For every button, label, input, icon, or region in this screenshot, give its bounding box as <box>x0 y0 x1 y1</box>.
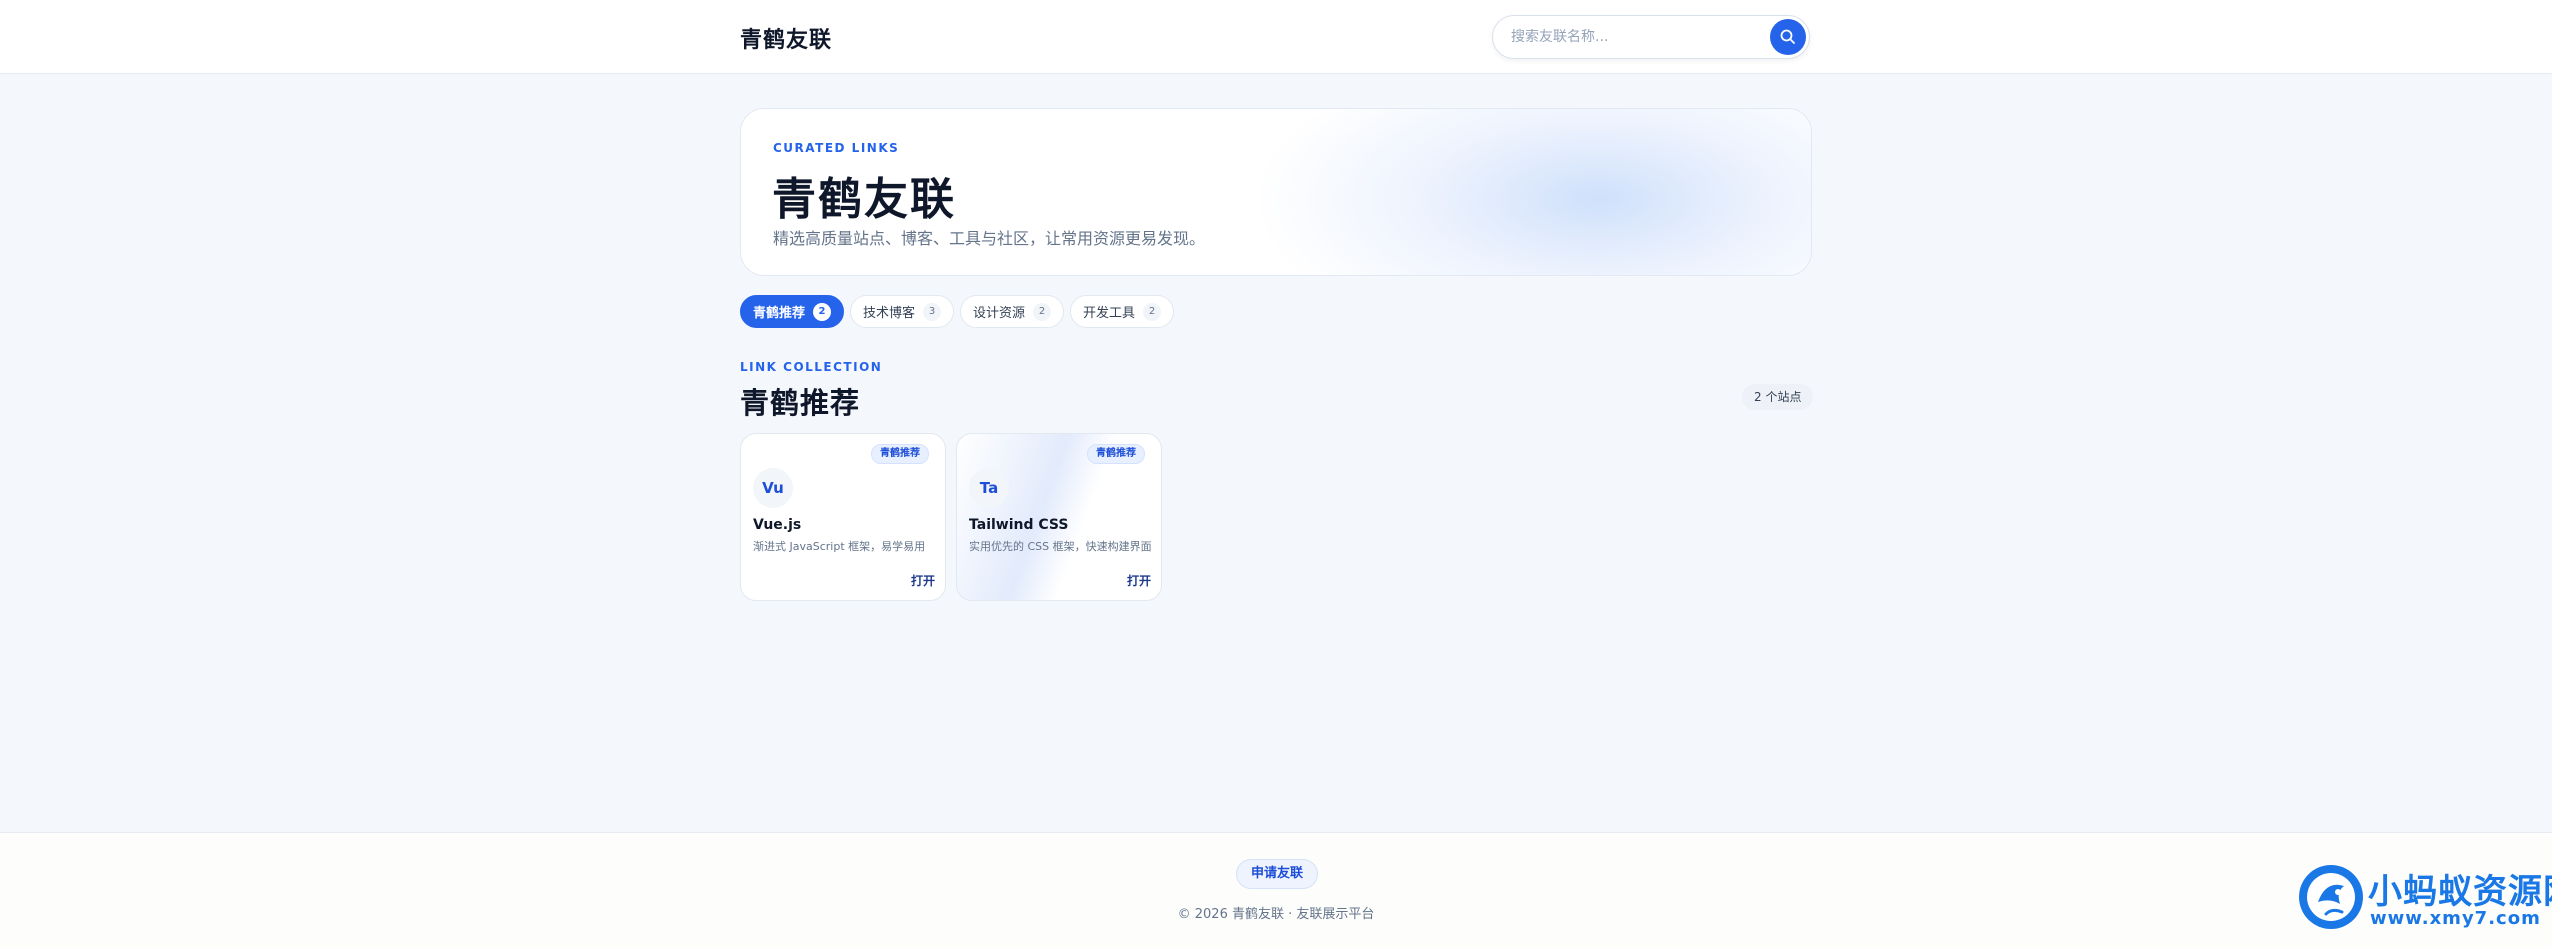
ant-logo-icon <box>2299 865 2363 929</box>
tab-count-badge: 2 <box>1143 302 1162 321</box>
card-logo: Ta <box>969 468 1009 508</box>
apply-link-button[interactable]: 申请友联 <box>1236 859 1319 889</box>
card-open-link[interactable]: 打开 <box>1127 572 1151 589</box>
search-icon <box>1780 29 1795 44</box>
tab-dev-tools[interactable]: 开发工具 2 <box>1070 295 1175 328</box>
tab-qinghe-recommend[interactable]: 青鹤推荐 2 <box>740 295 845 328</box>
card-title: Vue.js <box>753 517 802 533</box>
category-tabs: 青鹤推荐 2 技术博客 3 设计资源 2 开发工具 2 <box>740 295 1175 329</box>
hero-eyebrow: CURATED LINKS <box>773 141 900 155</box>
top-header: 青鹤友联 <box>0 0 2552 74</box>
card-description: 渐进式 JavaScript 框架，易学易用 <box>753 540 926 553</box>
card-title: Tailwind CSS <box>969 517 1069 533</box>
watermark: 小蚂蚁资源网 www.xmy7.com <box>2296 858 2552 948</box>
card-category-tag: 青鹤推荐 <box>871 444 929 464</box>
search-button[interactable] <box>1770 19 1806 55</box>
tab-label: 开发工具 <box>1083 306 1136 321</box>
card-category-tag: 青鹤推荐 <box>1087 444 1145 464</box>
tab-label: 设计资源 <box>973 306 1026 321</box>
hero-glow-decoration <box>1261 109 1811 275</box>
card-open-link[interactable]: 打开 <box>911 572 935 589</box>
link-card-vuejs[interactable]: 青鹤推荐 Vu Vue.js 渐进式 JavaScript 框架，易学易用 打开 <box>740 433 946 601</box>
tab-label: 青鹤推荐 <box>753 306 806 321</box>
hero-subtitle: 精选高质量站点、博客、工具与社区，让常用资源更易发现。 <box>773 229 1206 248</box>
tab-tech-blogs[interactable]: 技术博客 3 <box>850 295 955 328</box>
section-title: 青鹤推荐 <box>740 386 861 420</box>
search-input[interactable] <box>1511 16 1751 58</box>
site-count-badge: 2 个站点 <box>1742 384 1814 410</box>
page-footer: 申请友联 © 2026 青鹤友联 · 友联展示平台 <box>0 832 2552 948</box>
tab-count-badge: 2 <box>1033 302 1052 321</box>
tab-count-badge: 3 <box>923 302 942 321</box>
tab-count-badge: 2 <box>813 302 832 321</box>
copyright-text: © 2026 青鹤友联 · 友联展示平台 <box>1177 907 1375 922</box>
link-card-tailwind[interactable]: 青鹤推荐 Ta Tailwind CSS 实用优先的 CSS 框架，快速构建界面… <box>956 433 1162 601</box>
section-eyebrow: LINK COLLECTION <box>740 360 883 374</box>
search-box <box>1492 15 1810 59</box>
watermark-site-name: 小蚂蚁资源网 <box>2368 872 2552 912</box>
hero-banner: CURATED LINKS 青鹤友联 精选高质量站点、博客、工具与社区，让常用资… <box>740 108 1812 276</box>
hero-title: 青鹤友联 <box>772 174 956 225</box>
tab-design-resources[interactable]: 设计资源 2 <box>960 295 1065 328</box>
card-description: 实用优先的 CSS 框架，快速构建界面 <box>969 540 1152 553</box>
watermark-url: www.xmy7.com <box>2370 908 2541 929</box>
tab-label: 技术博客 <box>863 306 916 321</box>
card-logo: Vu <box>753 468 793 508</box>
brand-logo-text[interactable]: 青鹤友联 <box>740 22 832 54</box>
